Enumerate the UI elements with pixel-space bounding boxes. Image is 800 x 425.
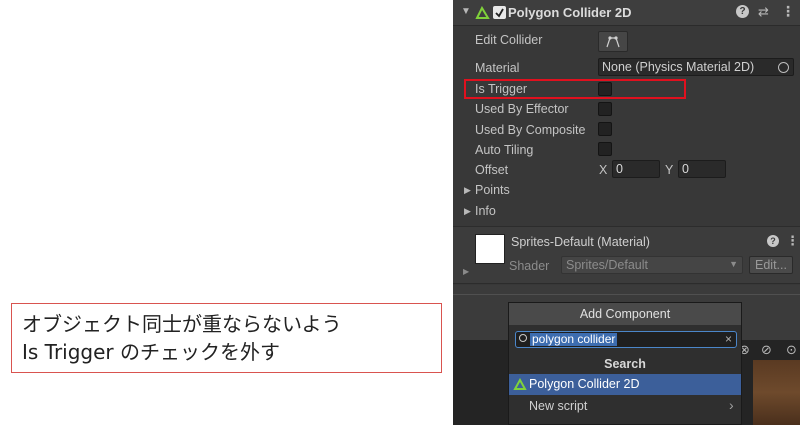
shader-value: Sprites/Default — [566, 258, 648, 272]
search-text: polygon collider — [530, 332, 618, 346]
component-title: Polygon Collider 2D — [508, 5, 632, 20]
material-help-icon[interactable]: ? — [767, 235, 779, 247]
result-label: Polygon Collider 2D — [529, 377, 640, 391]
used-by-effector-label: Used By Effector — [475, 102, 569, 116]
offset-x-label: X — [599, 163, 608, 177]
material-field[interactable]: None (Physics Material 2D) — [598, 58, 794, 76]
scene-view-preview — [753, 360, 800, 425]
material-section: Sprites-Default (Material) ? ⋮ ▶ Shader … — [453, 226, 800, 284]
offset-y-field[interactable]: 0 — [678, 160, 726, 178]
dropdown-arrow-icon: ▼ — [729, 259, 738, 269]
info-foldout[interactable]: Info — [475, 204, 496, 218]
checkmark-icon — [495, 8, 504, 18]
shader-edit-label: Edit... — [755, 258, 787, 272]
polygon-collider-icon — [513, 378, 527, 390]
edit-collider-button[interactable] — [598, 31, 628, 52]
info-foldout-icon[interactable]: ▶ — [464, 206, 471, 217]
search-icon — [519, 334, 527, 342]
search-section-title: Search — [604, 357, 646, 371]
visibility-icon[interactable]: ⊘ — [761, 342, 772, 358]
edit-collider-icon — [606, 36, 620, 48]
offset-x-field[interactable]: 0 — [612, 160, 660, 178]
annotation-line-1: オブジェクト同士が重ならないよう — [22, 312, 342, 336]
annotation-line-2: Is Trigger のチェックを外す — [22, 340, 281, 364]
shader-edit-button[interactable]: Edit... — [749, 256, 793, 274]
material-preview-thumbnail — [475, 234, 505, 264]
chevron-right-icon[interactable]: › — [729, 397, 734, 413]
add-component-header[interactable]: Add Component — [509, 303, 741, 325]
shader-dropdown[interactable]: Sprites/Default ▼ — [561, 256, 743, 274]
offset-y-value: 0 — [682, 162, 689, 176]
inspector-panel: ▼ Polygon Collider 2D ? ⇄ ⋮ Edit Collide… — [453, 0, 800, 425]
material-label: Material — [475, 61, 520, 75]
material-foldout-icon[interactable]: ▶ — [463, 267, 469, 276]
points-foldout[interactable]: Points — [475, 183, 510, 197]
used-by-composite-checkbox[interactable] — [598, 122, 612, 136]
offset-label: Offset — [475, 163, 509, 177]
object-picker-icon[interactable] — [778, 62, 789, 73]
new-script-item[interactable]: New script — [529, 399, 587, 413]
preset-icon[interactable]: ⇄ — [758, 4, 769, 20]
material-value: None (Physics Material 2D) — [602, 60, 755, 74]
component-search-input[interactable]: polygon collider × — [515, 331, 737, 348]
offset-x-value: 0 — [616, 162, 623, 176]
result-item-polygon-collider-2d[interactable]: Polygon Collider 2D — [509, 374, 741, 395]
add-component-popup: Add Component polygon collider × Search … — [508, 302, 742, 425]
auto-tiling-label: Auto Tiling — [475, 143, 534, 157]
points-foldout-icon[interactable]: ▶ — [464, 185, 471, 196]
is-trigger-highlight — [464, 79, 686, 99]
used-by-composite-label: Used By Composite — [475, 123, 586, 137]
annotation-box: オブジェクト同士が重ならないよう Is Trigger のチェックを外す — [11, 303, 442, 373]
clear-search-icon[interactable]: × — [725, 332, 732, 347]
divider — [453, 294, 800, 295]
auto-tiling-checkbox[interactable] — [598, 142, 612, 156]
shader-label: Shader — [509, 259, 550, 273]
check-circle-icon[interactable]: ⊙ — [786, 342, 797, 358]
offset-y-label: Y — [665, 163, 674, 177]
material-name: Sprites-Default (Material) — [511, 235, 650, 249]
component-enabled-checkbox[interactable] — [493, 6, 506, 19]
screen: オブジェクト同士が重ならないよう Is Trigger のチェックを外す ▼ P… — [0, 0, 800, 425]
more-options-icon[interactable]: ⋮ — [781, 3, 795, 20]
used-by-effector-checkbox[interactable] — [598, 102, 612, 116]
foldout-arrow-icon[interactable]: ▼ — [461, 6, 471, 17]
help-icon[interactable]: ? — [736, 5, 749, 18]
edit-collider-label: Edit Collider — [475, 33, 543, 47]
component-header[interactable]: ▼ Polygon Collider 2D ? ⇄ ⋮ — [453, 0, 800, 26]
material-more-options-icon[interactable]: ⋮ — [786, 233, 799, 249]
polygon-collider-icon — [475, 6, 490, 19]
